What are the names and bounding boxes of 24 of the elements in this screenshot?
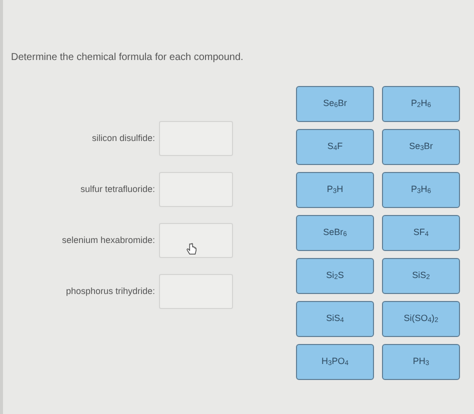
formula-tile[interactable]: SiS$_{2}$ — [382, 258, 460, 294]
formula-tile[interactable]: Si$_{2}$S — [296, 258, 374, 294]
formula-tile[interactable]: Se$_{3}$Br — [382, 129, 460, 165]
drop-box[interactable] — [159, 172, 233, 207]
formula-tile[interactable]: PH$_{3}$ — [382, 344, 460, 380]
drop-box[interactable] — [159, 121, 233, 156]
formula-tile[interactable]: Si(SO$_{4}$)$_{2}$ — [382, 301, 460, 337]
hand-cursor-icon — [186, 243, 197, 256]
instruction-text: Determine the chemical formula for each compound. — [11, 51, 244, 65]
formula-tile[interactable]: S$_{4}$F — [296, 129, 374, 165]
formula-tile[interactable]: SiS$_{4}$ — [296, 301, 374, 337]
compound-label: phosphorus trihydride: — [64, 284, 155, 298]
formula-tile[interactable]: SF$_{4}$ — [382, 215, 460, 251]
formula-tile[interactable]: SeBr$_{6}$ — [296, 215, 374, 251]
compound-label: selenium hexabromide: — [60, 234, 155, 247]
drop-box[interactable] — [159, 274, 233, 309]
compound-label: silicon disulfide: — [90, 132, 155, 145]
formula-tile[interactable]: P$_{3}$H — [296, 172, 374, 208]
formula-tile[interactable]: P$_{3}$H$_{6}$ — [382, 172, 460, 208]
compound-label: sulfur tetrafluoride: — [79, 182, 155, 196]
formula-tile[interactable]: H$_{3}$PO$_{4}$ — [296, 344, 374, 380]
drop-box[interactable] — [159, 223, 233, 258]
formula-tile[interactable]: Se$_{6}$Br — [296, 86, 374, 122]
formula-tile[interactable]: P$_{2}$H$_{6}$ — [382, 86, 460, 122]
